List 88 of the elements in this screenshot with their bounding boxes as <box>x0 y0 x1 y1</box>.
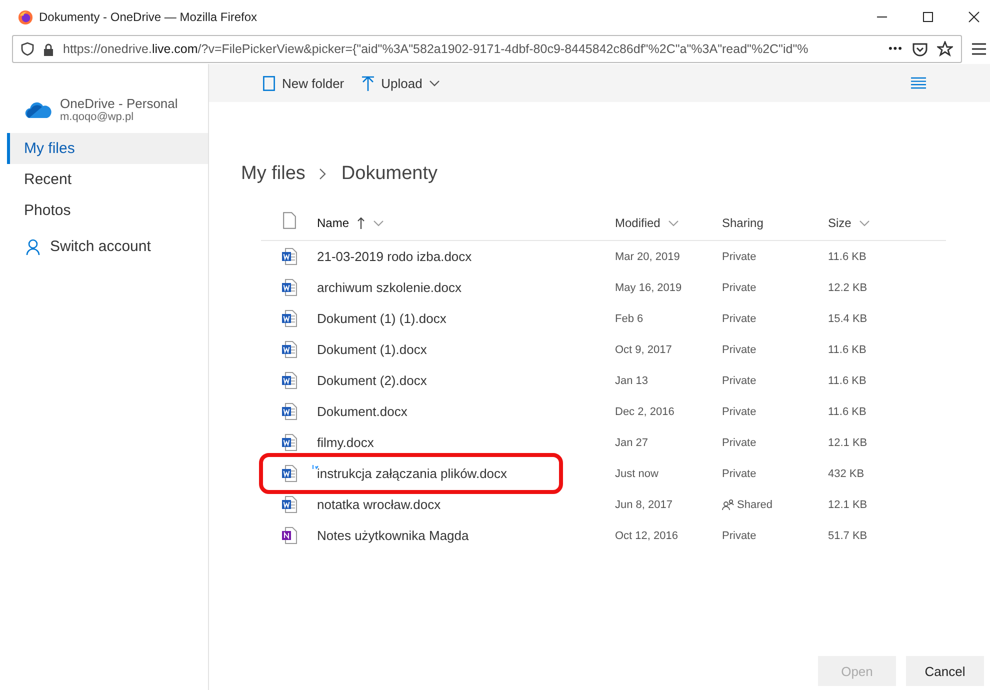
sharing-status: Private <box>722 250 756 262</box>
sharing-status: Private <box>722 530 756 542</box>
file-size: 11.6 KB <box>828 344 866 356</box>
sharing-status: Private <box>722 406 756 418</box>
maximize-icon[interactable] <box>922 11 934 23</box>
word-document-icon <box>282 496 297 513</box>
sidebar-item[interactable]: My files <box>7 133 208 164</box>
chevron-down-icon[interactable] <box>859 220 870 226</box>
sidebar-item[interactable]: Photos <box>7 195 208 226</box>
modified-date: Feb 6 <box>615 312 644 324</box>
word-document-icon <box>282 341 297 358</box>
upload-button[interactable]: Upload <box>356 72 446 94</box>
file-size: 11.6 KB <box>828 250 866 262</box>
lock-icon <box>43 42 54 56</box>
sidebar-item[interactable]: Recent <box>7 164 208 195</box>
new-folder-button[interactable]: New folder <box>257 72 350 94</box>
chevron-down-icon[interactable] <box>668 220 680 226</box>
word-document-icon <box>282 372 297 389</box>
file-name[interactable]: instrukcja załączania plików.docx <box>317 466 508 481</box>
more-actions[interactable]: ••• <box>888 43 903 55</box>
window-title: Dokumenty - OneDrive — Mozilla Firefox <box>39 10 258 24</box>
word-document-icon <box>282 310 297 327</box>
column-header[interactable]: Sharing <box>722 216 764 230</box>
chevron-down-icon <box>429 80 440 86</box>
file-name[interactable]: Notes użytkownika Magda <box>317 528 469 543</box>
cloud-icon <box>24 100 52 118</box>
firefox-icon <box>18 10 33 24</box>
breadcrumb-item[interactable]: Dokumenty <box>341 163 438 185</box>
column-header[interactable]: Size <box>828 216 852 230</box>
file-size: 12.1 KB <box>828 498 868 510</box>
modified-date: Oct 9, 2017 <box>615 344 673 356</box>
file-size: 11.6 KB <box>828 374 866 386</box>
person-icon <box>26 238 40 254</box>
file-size: 51.7 KB <box>828 530 868 542</box>
file-name[interactable]: Dokument (2).docx <box>317 373 427 388</box>
sharing-status: Shared <box>737 498 772 510</box>
modified-date: Dec 2, 2016 <box>615 406 676 418</box>
pocket-icon[interactable] <box>912 42 928 56</box>
list-view-icon[interactable] <box>911 77 926 89</box>
sharing-status: Private <box>722 282 756 294</box>
menu-icon[interactable] <box>972 43 986 55</box>
sharing-status: Private <box>722 436 756 448</box>
modified-date: Jan 13 <box>615 374 650 386</box>
modified-date: May 16, 2019 <box>615 282 683 294</box>
folder-icon <box>263 76 275 90</box>
sharing-status: Private <box>722 374 756 386</box>
account-name: OneDrive - Personal <box>60 96 178 111</box>
file-size: 12.2 KB <box>828 282 868 294</box>
file-size: 12.1 KB <box>828 436 868 448</box>
chevron-down-icon[interactable] <box>373 220 384 226</box>
column-header[interactable]: Name <box>317 216 350 230</box>
file-size: 432 KB <box>828 468 864 480</box>
file-name[interactable]: notatka wrocław.docx <box>317 497 441 512</box>
word-document-icon <box>282 248 297 265</box>
onenote-document-icon <box>282 527 297 544</box>
file-size: 11.6 KB <box>828 406 866 418</box>
file-name[interactable]: Dokument (1).docx <box>317 342 427 357</box>
file-type-icon <box>283 212 296 229</box>
sharing-status: Private <box>722 344 756 356</box>
star-icon[interactable] <box>937 41 953 57</box>
upload-icon <box>362 76 374 90</box>
cancel-button[interactable]: Cancel <box>906 656 984 686</box>
url-text: https://onedrive.live.com/?v=FilePickerView&picker={"aid"%3A"582a1902-9171-4dbf-80c9-8445842c86df"%2C"a"%3A"read"%2C"id"% <box>63 42 810 56</box>
word-document-icon <box>282 434 297 451</box>
address-bar[interactable]: https://onedrive.live.com/?v=FilePickerView&picker={"aid"%3A"582a1902-9171-4dbf-80c9-8445842c86df"%2C"a"%3A"read"%2C"id"% ••• <box>12 35 962 63</box>
modified-date: Jan 27 <box>615 436 650 448</box>
modified-date: Jun 8, 2017 <box>615 498 674 510</box>
word-document-icon <box>282 279 297 296</box>
breadcrumb-item[interactable]: My files <box>241 163 306 185</box>
file-name[interactable]: Dokument.docx <box>317 404 408 419</box>
switch-account-link[interactable]: Switch account <box>10 226 208 255</box>
file-name[interactable]: Dokument (1) (1).docx <box>317 311 446 326</box>
modified-date: Just now <box>615 468 660 480</box>
file-name[interactable]: filmy.docx <box>317 435 374 450</box>
word-document-icon <box>282 403 297 420</box>
file-name[interactable]: 21-03-2019 rodo izba.docx <box>317 249 472 264</box>
column-header[interactable]: Modified <box>615 216 660 230</box>
account-email: m.qoqo@wp.pl <box>60 111 135 123</box>
shield-icon <box>21 42 34 56</box>
chevron-right-icon <box>319 168 328 180</box>
modified-date: Mar 20, 2019 <box>615 250 681 262</box>
modified-date: Oct 12, 2016 <box>615 530 679 542</box>
word-document-icon <box>282 465 297 482</box>
file-name[interactable]: archiwum szkolenie.docx <box>317 280 462 295</box>
sharing-status: Private <box>722 312 756 324</box>
sharing-status: Private <box>722 468 756 480</box>
file-size: 15.4 KB <box>828 312 868 324</box>
close-icon[interactable] <box>968 11 980 23</box>
